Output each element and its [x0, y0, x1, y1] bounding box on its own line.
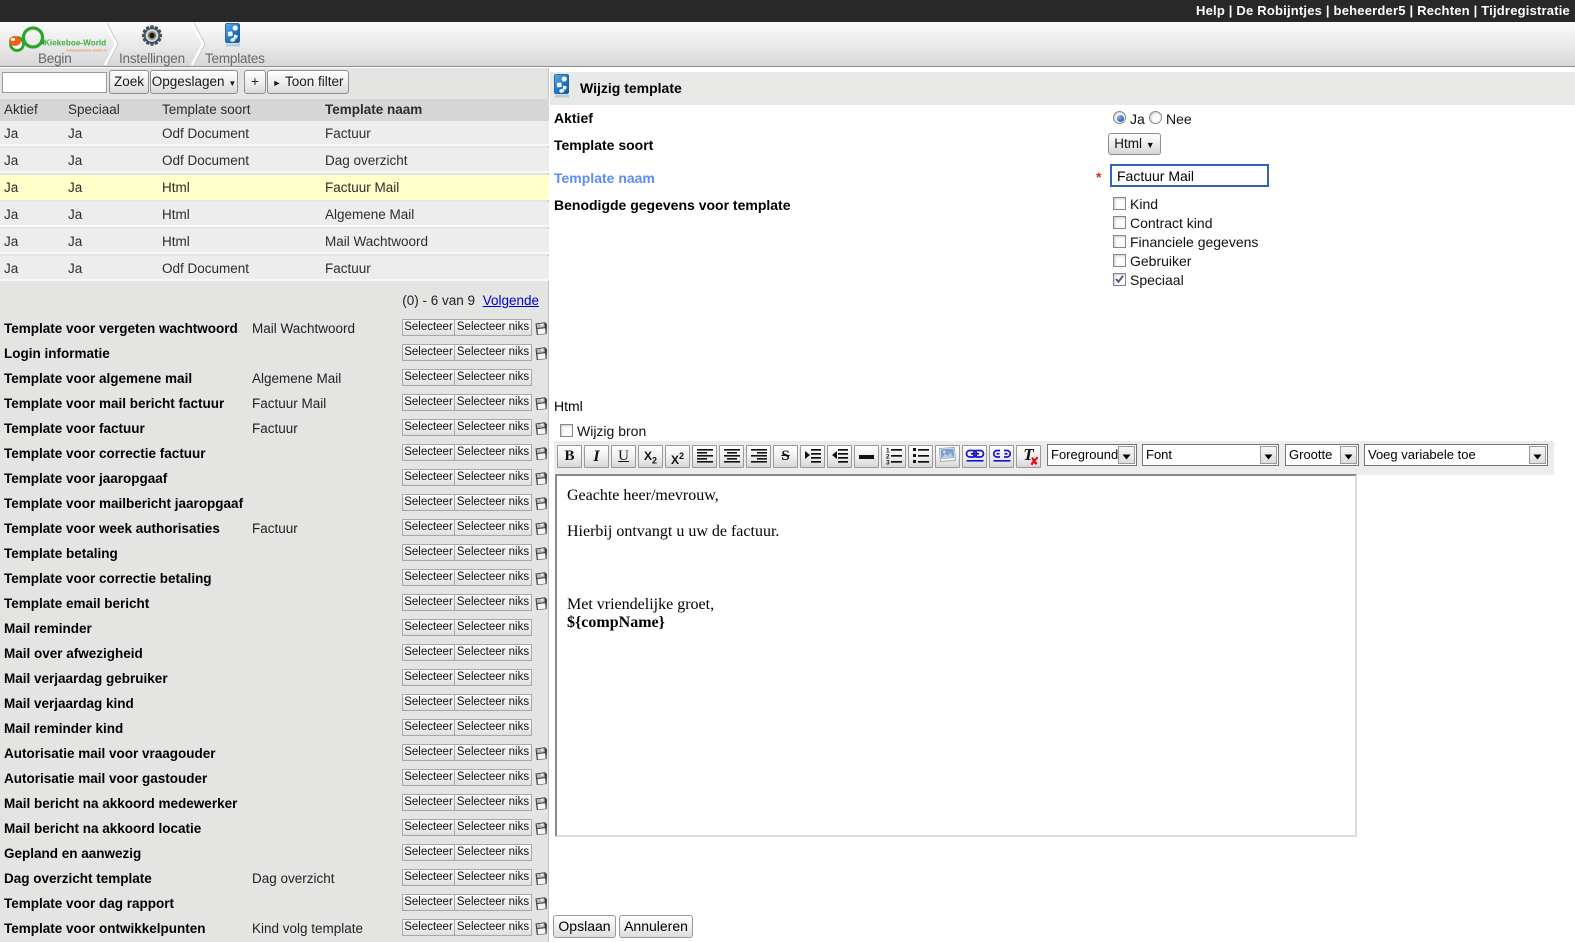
svg-text:3: 3: [886, 460, 890, 466]
svg-text:www.kiekeboe-world.nl: www.kiekeboe-world.nl: [66, 48, 107, 53]
svg-text:Kiekeboe-World: Kiekeboe-World: [44, 39, 106, 48]
